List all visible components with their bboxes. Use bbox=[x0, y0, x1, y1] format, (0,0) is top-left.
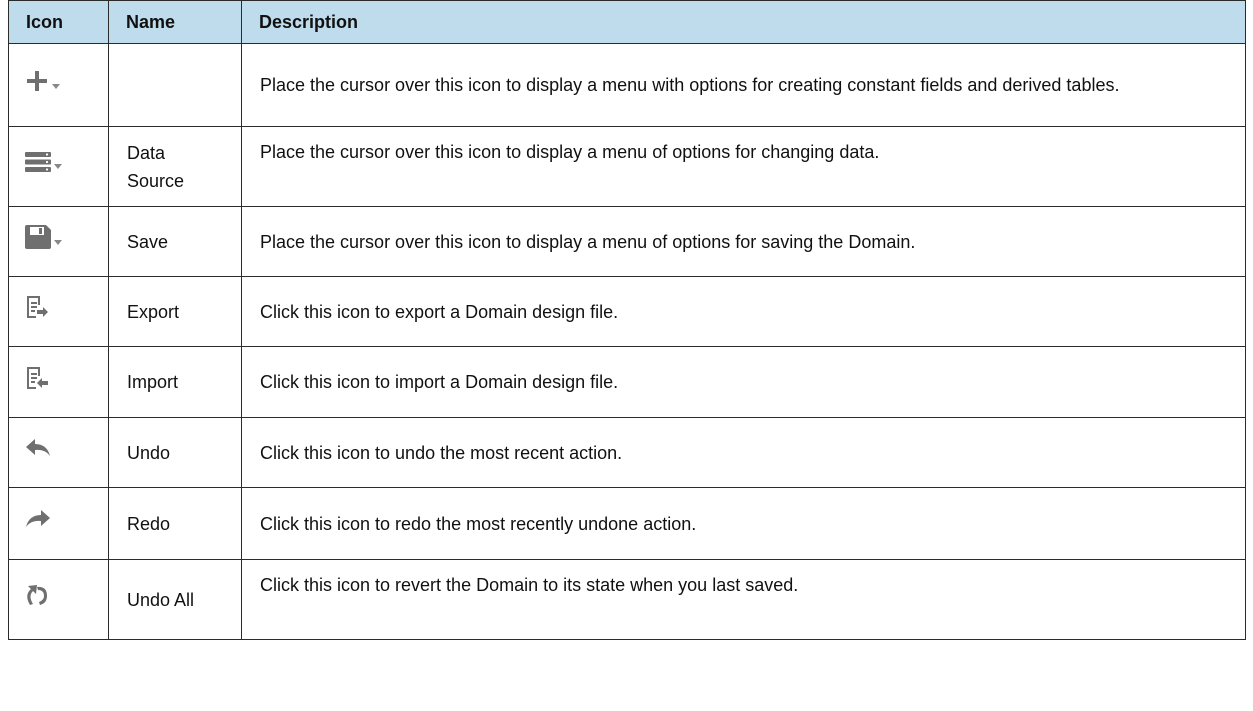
row-name: Undo All bbox=[108, 559, 242, 640]
table-row: Place the cursor over this icon to displ… bbox=[8, 43, 1246, 127]
row-description: Place the cursor over this icon to displ… bbox=[241, 206, 1246, 277]
save-menu-icon bbox=[25, 225, 62, 249]
table-row: Redo Click this icon to redo the most re… bbox=[8, 487, 1246, 560]
table-row: Import Click this icon to import a Domai… bbox=[8, 346, 1246, 418]
undo-icon bbox=[25, 438, 51, 459]
page: { "headers": ["Icon", "Name", "Descripti… bbox=[0, 0, 1253, 711]
row-name: Redo bbox=[108, 487, 242, 560]
row-description: Click this icon to export a Domain desig… bbox=[241, 276, 1246, 347]
header-row: Icon Name Description bbox=[8, 0, 1246, 44]
row-description: Click this icon to import a Domain desig… bbox=[241, 346, 1246, 418]
row-name bbox=[108, 43, 242, 127]
row-name: Import bbox=[108, 346, 242, 418]
row-description: Click this icon to undo the most recent … bbox=[241, 417, 1246, 488]
row-name: Save bbox=[108, 206, 242, 277]
header-icon: Icon bbox=[8, 0, 109, 44]
chevron-down-icon bbox=[54, 164, 62, 169]
row-name: Undo bbox=[108, 417, 242, 488]
icon-reference-table: Icon Name Description Place the cursor o… bbox=[8, 0, 1246, 640]
data-source-menu-icon bbox=[25, 151, 62, 173]
import-icon bbox=[25, 366, 49, 390]
plus-menu-icon bbox=[25, 69, 60, 93]
row-description: Click this icon to redo the most recentl… bbox=[241, 487, 1246, 560]
table-row: Undo Click this icon to undo the most re… bbox=[8, 417, 1246, 488]
header-name: Name bbox=[108, 0, 242, 44]
row-name: Data Source bbox=[108, 126, 242, 207]
chevron-down-icon bbox=[54, 240, 62, 245]
row-description: Click this icon to revert the Domain to … bbox=[241, 559, 1246, 640]
table-row: Undo All Click this icon to revert the D… bbox=[8, 559, 1246, 640]
chevron-down-icon bbox=[52, 83, 60, 89]
header-description: Description bbox=[241, 0, 1246, 44]
row-name: Export bbox=[108, 276, 242, 347]
export-icon bbox=[25, 295, 49, 319]
redo-icon bbox=[25, 509, 51, 530]
row-description: Place the cursor over this icon to displ… bbox=[241, 126, 1246, 207]
table-row: Save Place the cursor over this icon to … bbox=[8, 206, 1246, 277]
table-row: Data Source Place the cursor over this i… bbox=[8, 126, 1246, 207]
undo-all-icon bbox=[25, 583, 49, 607]
row-description: Place the cursor over this icon to displ… bbox=[241, 43, 1246, 127]
table-row: Export Click this icon to export a Domai… bbox=[8, 276, 1246, 347]
